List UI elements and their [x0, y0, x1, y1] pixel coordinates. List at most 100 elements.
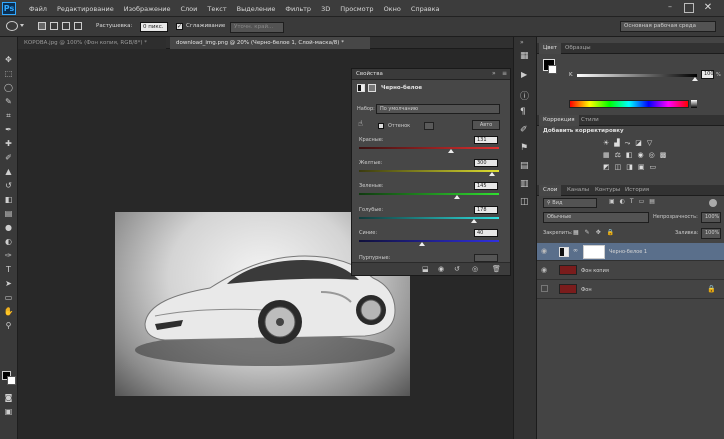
- screen-mode-icon[interactable]: ▣: [3, 407, 14, 417]
- selective-color-icon[interactable]: ▣: [638, 163, 645, 171]
- path-select-tool-icon[interactable]: ➤: [3, 279, 14, 289]
- clone-source-icon[interactable]: ⚑: [520, 143, 528, 153]
- tab-color[interactable]: Цвет: [539, 43, 562, 54]
- clip-to-layer-icon[interactable]: ⬓: [422, 265, 429, 273]
- hue-saturation-icon[interactable]: ▦: [603, 151, 610, 159]
- add-selection-icon[interactable]: [50, 22, 58, 30]
- lasso-tool-icon[interactable]: ◯: [3, 83, 14, 93]
- tab-channels[interactable]: Каналы: [563, 185, 593, 196]
- collapse-icon[interactable]: »: [492, 70, 496, 77]
- curves-icon[interactable]: ⤳: [625, 139, 631, 148]
- zoom-tool-icon[interactable]: ⚲: [3, 321, 14, 331]
- filter-smart-icon[interactable]: ▤: [649, 198, 655, 205]
- slider-value-yellow[interactable]: 300: [474, 159, 498, 167]
- menu-image[interactable]: Изображение: [119, 5, 176, 13]
- quick-mask-icon[interactable]: ◙: [3, 393, 14, 403]
- properties-dock-icon[interactable]: ▤: [520, 161, 529, 171]
- tab-download-img[interactable]: download_img.png @ 20% (Черно-белое 1, С…: [170, 37, 370, 49]
- lasso-icon[interactable]: [6, 21, 18, 31]
- slider-track-blue[interactable]: [359, 240, 499, 242]
- play-action-icon[interactable]: ▶: [521, 70, 527, 79]
- layer-name[interactable]: Фон копия: [581, 262, 609, 280]
- tab-styles[interactable]: Стили: [577, 115, 603, 126]
- dodge-tool-icon[interactable]: ◐: [3, 237, 14, 247]
- layer-comps-icon[interactable]: ◫: [520, 197, 529, 207]
- tab-korova[interactable]: КОРОВА.jpg @ 100% (Фон копия, RGB/8*) *: [18, 37, 166, 49]
- pen-tool-icon[interactable]: ✑: [3, 251, 14, 261]
- layer-filter-select[interactable]: ⚲ Вид: [543, 198, 597, 208]
- minimize-icon[interactable]: –: [668, 3, 678, 13]
- quick-select-tool-icon[interactable]: ✎: [3, 97, 14, 107]
- menu-layers[interactable]: Слои: [175, 5, 202, 13]
- layer-mask-thumb[interactable]: [583, 245, 605, 259]
- link-icon[interactable]: ∞: [573, 247, 578, 254]
- blend-mode-select[interactable]: Обычные: [543, 212, 649, 223]
- tab-history[interactable]: История: [621, 185, 653, 196]
- view-previous-icon[interactable]: ◉: [438, 265, 444, 273]
- slider-knob-yellow[interactable]: [489, 172, 495, 176]
- tab-paths[interactable]: Контуры: [591, 185, 624, 196]
- brush-tool-icon[interactable]: ✐: [3, 153, 14, 163]
- restore-icon[interactable]: [684, 3, 694, 13]
- preset-select[interactable]: По умолчанию: [376, 104, 500, 114]
- menu-file[interactable]: Файл: [24, 5, 52, 13]
- posterize-icon[interactable]: ◫: [615, 163, 622, 171]
- slider-value-magenta[interactable]: [474, 254, 498, 262]
- vibrance-icon[interactable]: ▽: [647, 139, 652, 148]
- slider-value-red[interactable]: 131: [474, 136, 498, 144]
- threshold-icon[interactable]: ◨: [626, 163, 633, 171]
- filter-adjust-icon[interactable]: ◐: [620, 198, 625, 205]
- menu-select[interactable]: Выделение: [232, 5, 281, 13]
- filter-toggle[interactable]: [709, 199, 717, 207]
- k-slider-knob[interactable]: [692, 77, 698, 81]
- lock-transparent-icon[interactable]: ▦: [573, 229, 579, 236]
- refine-edge-button[interactable]: Уточн. край...: [230, 22, 284, 33]
- opacity-input[interactable]: 100%: [701, 212, 721, 223]
- intersect-selection-icon[interactable]: [74, 22, 82, 30]
- mask-icon[interactable]: [368, 84, 376, 92]
- close-icon[interactable]: ✕: [701, 1, 715, 14]
- trash-icon[interactable]: 🗑: [492, 265, 501, 273]
- stamp-tool-icon[interactable]: ▲: [3, 167, 14, 177]
- k-value-input[interactable]: 100: [701, 70, 714, 79]
- feather-input[interactable]: 0 пикс.: [140, 22, 168, 32]
- layer-row-bw[interactable]: ◉ ∞ Черно-белое 1: [537, 243, 724, 261]
- reset-icon[interactable]: ↺: [454, 265, 460, 273]
- layer-row-bg-copy[interactable]: ◉ Фон копия: [537, 262, 724, 280]
- shape-tool-icon[interactable]: ▭: [3, 293, 14, 303]
- slider-track-green[interactable]: [359, 193, 499, 195]
- color-spectrum[interactable]: [569, 100, 689, 108]
- panel-menu-icon[interactable]: ≡: [502, 70, 507, 77]
- tab-adjustments[interactable]: Коррекция: [539, 115, 579, 126]
- invert-icon[interactable]: ◩: [603, 163, 610, 171]
- layer-name[interactable]: Черно-белое 1: [609, 243, 647, 261]
- tab-swatches[interactable]: Образцы: [561, 43, 595, 54]
- slider-value-blue[interactable]: 40: [474, 229, 498, 237]
- new-selection-icon[interactable]: [38, 22, 46, 30]
- lock-position-icon[interactable]: ✥: [596, 229, 601, 236]
- paragraph-icon[interactable]: ¶: [520, 107, 526, 117]
- visibility-icon[interactable]: ◎: [472, 265, 478, 273]
- info-icon[interactable]: ⓘ: [520, 89, 529, 102]
- swatches-dock-icon[interactable]: ▥: [520, 179, 529, 189]
- slider-value-cyan[interactable]: 178: [474, 206, 498, 214]
- k-slider-track[interactable]: [577, 74, 697, 77]
- eye-icon[interactable]: ◉: [541, 266, 549, 274]
- color-swatch-background[interactable]: [548, 65, 557, 74]
- eyedropper-tool-icon[interactable]: ✒: [3, 125, 14, 135]
- filter-pixel-icon[interactable]: ▣: [609, 198, 615, 205]
- slider-knob-cyan[interactable]: [470, 219, 477, 223]
- properties-title[interactable]: Свойства: [356, 71, 383, 77]
- color-balance-icon[interactable]: ⚖: [615, 151, 621, 159]
- menu-help[interactable]: Справка: [406, 5, 445, 13]
- type-tool-icon[interactable]: T: [3, 265, 14, 275]
- eraser-tool-icon[interactable]: ◧: [3, 195, 14, 205]
- levels-icon[interactable]: ▟: [614, 139, 619, 148]
- history-brush-tool-icon[interactable]: ↺: [3, 181, 14, 191]
- blur-tool-icon[interactable]: ●: [3, 223, 14, 233]
- black-white-icon[interactable]: ◧: [626, 151, 633, 159]
- gradient-tool-icon[interactable]: ▤: [3, 209, 14, 219]
- antialias-checkbox[interactable]: ✓: [176, 23, 183, 30]
- channel-mixer-icon[interactable]: ◎: [649, 151, 655, 159]
- spectrum-white-black[interactable]: [691, 100, 697, 108]
